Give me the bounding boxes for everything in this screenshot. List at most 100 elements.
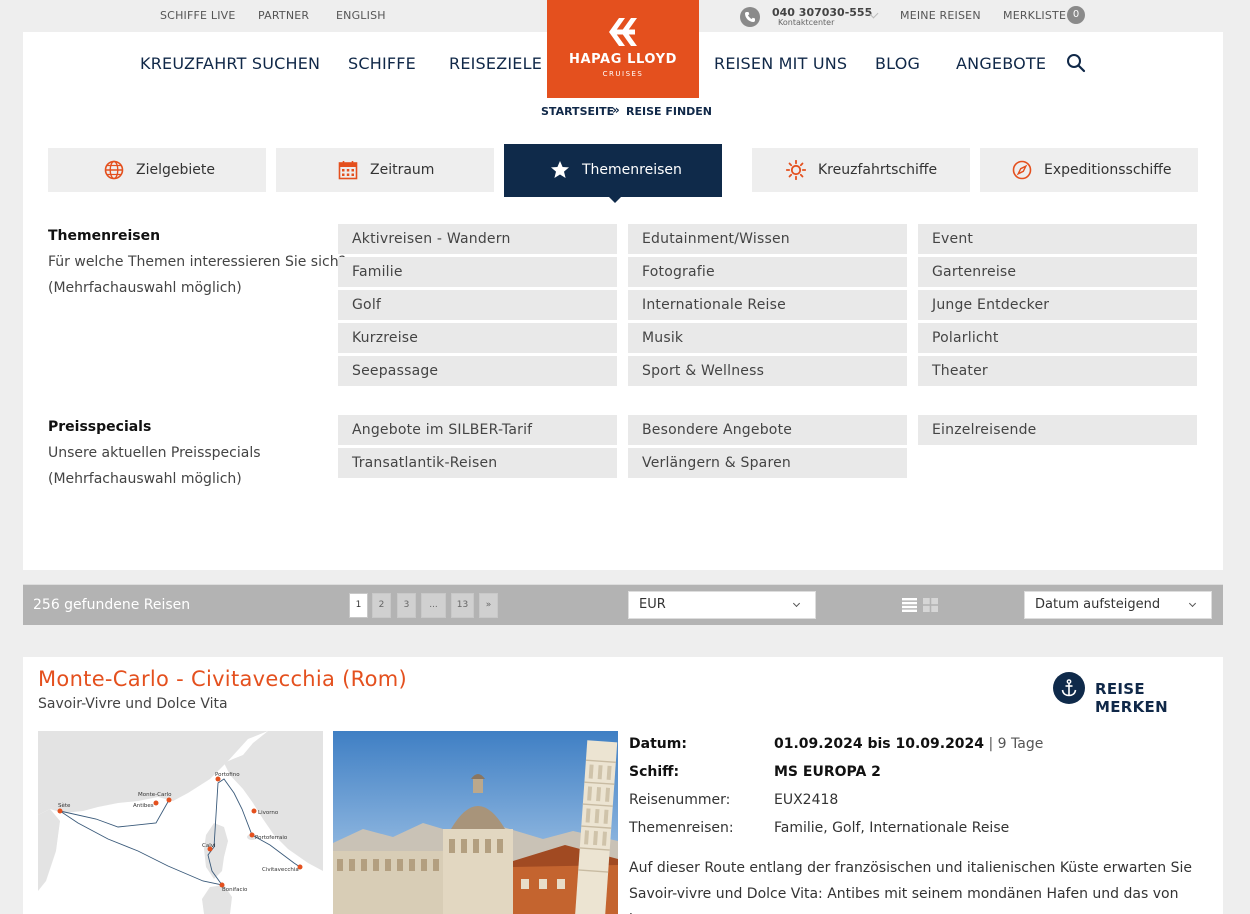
- reise-merken-button[interactable]: REISE MERKEN: [1095, 680, 1223, 716]
- pagination-page-3[interactable]: 3: [397, 593, 416, 618]
- anchor-icon[interactable]: [1053, 672, 1085, 704]
- map-label-sete: Sète: [58, 802, 71, 809]
- trip-card: Monte-Carlo - Civitavecchia (Rom) Savoir…: [23, 657, 1223, 914]
- themenreisen-heading: Themenreisen: [48, 228, 161, 244]
- trip-duration: | 9 Tage: [984, 736, 1044, 752]
- tab-label: Themenreisen: [582, 162, 682, 178]
- phone-icon[interactable]: [740, 7, 760, 27]
- option-seepassage[interactable]: Seepassage: [338, 356, 617, 386]
- breadcrumb-home[interactable]: STARTSEITE: [541, 105, 614, 118]
- currency-select[interactable]: EUR: [628, 591, 816, 619]
- pagination-next[interactable]: »: [479, 593, 498, 618]
- destination-photo[interactable]: [333, 731, 618, 914]
- option-verlaengern-sparen[interactable]: Verlängern & Sparen: [628, 448, 907, 478]
- star-icon: [551, 161, 569, 178]
- trip-description: Auf dieser Route entlang der französisch…: [629, 860, 1192, 914]
- breadcrumb-separator: »: [612, 103, 620, 117]
- pagination-page-1[interactable]: 1: [349, 593, 368, 618]
- tab-expeditionsschiffe[interactable]: Expeditionsschiffe: [980, 148, 1198, 192]
- option-fotografie[interactable]: Fotografie: [628, 257, 907, 287]
- option-familie[interactable]: Familie: [338, 257, 617, 287]
- link-partner[interactable]: PARTNER: [258, 9, 309, 22]
- logo-wordmark: HAPAG LLOYD: [568, 52, 678, 67]
- option-junge-entdecker[interactable]: Junge Entdecker: [918, 290, 1197, 320]
- sort-select[interactable]: Datum aufsteigend: [1024, 591, 1212, 619]
- option-event[interactable]: Event: [918, 224, 1197, 254]
- trip-ship[interactable]: MS EUROPA 2: [774, 764, 881, 780]
- nav-reiseziele[interactable]: REISEZIELE: [449, 54, 542, 73]
- tab-themenreisen[interactable]: Themenreisen: [504, 144, 722, 197]
- search-icon[interactable]: [1066, 53, 1086, 73]
- tab-label: Kreuzfahrtschiffe: [818, 162, 938, 178]
- compass-icon: [1012, 160, 1032, 180]
- nav-reisen-mit-uns[interactable]: REISEN MIT UNS: [714, 54, 847, 73]
- link-merkliste[interactable]: MERKLISTE: [1003, 9, 1066, 22]
- option-transatlantik-reisen[interactable]: Transatlantik-Reisen: [338, 448, 617, 478]
- results-count: 256 gefundene Reisen: [33, 597, 191, 613]
- map-label-bonifacio: Bonifacio: [222, 887, 248, 893]
- tab-label: Expeditionsschiffe: [1044, 162, 1172, 178]
- option-kurzreise[interactable]: Kurzreise: [338, 323, 617, 353]
- trip-title[interactable]: Monte-Carlo - Civitavecchia (Rom): [38, 667, 407, 691]
- tab-label: Zielgebiete: [136, 162, 215, 178]
- grid-view-icon[interactable]: [923, 598, 938, 612]
- globe-icon: [104, 160, 124, 180]
- option-internationale-reise[interactable]: Internationale Reise: [628, 290, 907, 320]
- trip-date-range: 01.09.2024 bis 10.09.2024: [774, 736, 985, 752]
- map-label-portofino: Portofino: [215, 772, 240, 778]
- trip-number: EUX2418: [774, 792, 839, 808]
- option-theater[interactable]: Theater: [918, 356, 1197, 386]
- link-schiffe-live[interactable]: SCHIFFE LIVE: [160, 9, 236, 22]
- map-label-calvi: Calvi: [202, 843, 216, 849]
- pagination-page-13[interactable]: 13: [451, 593, 474, 618]
- tab-zielgebiete[interactable]: Zielgebiete: [48, 148, 266, 192]
- option-musik[interactable]: Musik: [628, 323, 907, 353]
- option-besondere-angebote[interactable]: Besondere Angebote: [628, 415, 907, 445]
- trip-subtitle: Savoir-Vivre und Dolce Vita: [38, 696, 228, 712]
- option-einzelreisende[interactable]: Einzelreisende: [918, 415, 1197, 445]
- map-label-antibes: Antibes: [133, 803, 154, 809]
- route-map[interactable]: Portofino Monte-Carlo Antibes Sète Livor…: [38, 731, 323, 914]
- active-tab-pointer: [608, 196, 622, 203]
- option-golf[interactable]: Golf: [338, 290, 617, 320]
- link-english[interactable]: ENGLISH: [336, 9, 386, 22]
- map-label-livorno: Livorno: [258, 810, 279, 816]
- results-toolbar: 256 gefundene Reisen 1 2 3 ... 13 » EUR …: [23, 584, 1223, 625]
- link-meine-reisen[interactable]: MEINE REISEN: [900, 9, 981, 22]
- tab-zeitraum[interactable]: Zeitraum: [276, 148, 494, 192]
- pagination-page-2[interactable]: 2: [372, 593, 391, 618]
- logo-mark-icon: [609, 18, 637, 46]
- label-datum: Datum:: [629, 736, 687, 752]
- sort-value: Datum aufsteigend: [1035, 597, 1161, 612]
- option-sport-wellness[interactable]: Sport & Wellness: [628, 356, 907, 386]
- nav-blog[interactable]: BLOG: [875, 54, 920, 73]
- nav-kreuzfahrt-suchen[interactable]: KREUZFAHRT SUCHEN: [140, 54, 320, 73]
- tab-kreuzfahrtschiffe[interactable]: Kreuzfahrtschiffe: [752, 148, 970, 192]
- currency-value: EUR: [639, 597, 666, 612]
- label-schiff: Schiff:: [629, 764, 680, 780]
- sun-icon: [786, 160, 806, 180]
- trip-date: 01.09.2024 bis 10.09.2024 | 9 Tage: [774, 736, 1043, 752]
- list-view-icon[interactable]: [902, 598, 917, 612]
- chevron-down-icon: [792, 599, 801, 608]
- option-gartenreise[interactable]: Gartenreise: [918, 257, 1197, 287]
- tab-label: Zeitraum: [370, 162, 435, 178]
- map-label-portoferraio: Portoferraio: [255, 835, 288, 841]
- label-reisenummer: Reisenummer:: [629, 792, 731, 808]
- brand-logo[interactable]: HAPAG LLOYD CRUISES: [547, 0, 699, 98]
- option-aktivreisen-wandern[interactable]: Aktivreisen - Wandern: [338, 224, 617, 254]
- merkliste-count-badge[interactable]: 0: [1067, 6, 1085, 24]
- themenreisen-hint: (Mehrfachauswahl möglich): [48, 280, 242, 296]
- option-edutainment-wissen[interactable]: Edutainment/Wissen: [628, 224, 907, 254]
- option-polarlicht[interactable]: Polarlicht: [918, 323, 1197, 353]
- preisspecials-description: Unsere aktuellen Preisspecials: [48, 445, 261, 461]
- preisspecials-hint: (Mehrfachauswahl möglich): [48, 471, 242, 487]
- option-silber-tarif[interactable]: Angebote im SILBER-Tarif: [338, 415, 617, 445]
- logo-tagline: CRUISES: [602, 70, 644, 78]
- map-label-civitavecchia: Civitavecchia: [262, 867, 299, 873]
- breadcrumb-current[interactable]: REISE FINDEN: [626, 105, 712, 118]
- nav-angebote[interactable]: ANGEBOTE: [956, 54, 1046, 73]
- label-themenreisen: Themenreisen:: [629, 820, 734, 836]
- calendar-icon: [338, 161, 358, 180]
- nav-schiffe[interactable]: SCHIFFE: [348, 54, 416, 73]
